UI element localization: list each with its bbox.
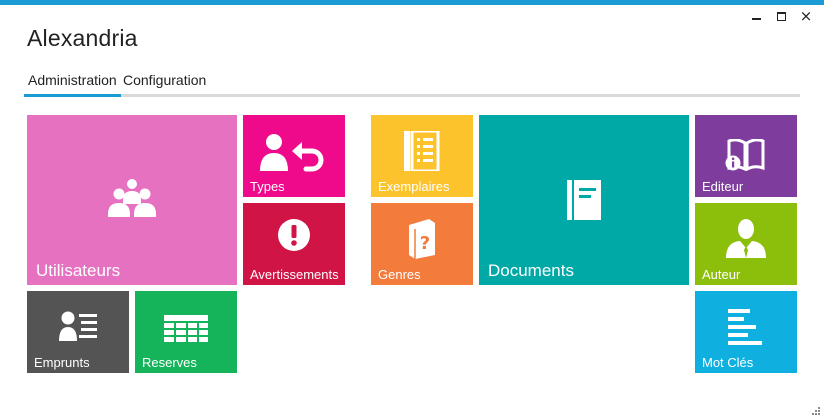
tile-genres[interactable]: ? Genres bbox=[371, 203, 473, 285]
tile-utilisateurs[interactable]: Utilisateurs bbox=[27, 115, 237, 285]
book-info-icon bbox=[725, 139, 765, 171]
tile-label: Genres bbox=[378, 267, 421, 282]
users-group-icon bbox=[108, 179, 156, 217]
tile-label: Auteur bbox=[702, 267, 741, 282]
tile-label: Reserves bbox=[142, 355, 197, 370]
tile-label: Exemplaires bbox=[378, 179, 450, 194]
tile-reserves[interactable]: Reserves bbox=[135, 291, 237, 373]
tile-auteur[interactable]: Auteur bbox=[695, 203, 797, 285]
tile-label: Emprunts bbox=[34, 355, 90, 370]
author-icon bbox=[726, 219, 766, 258]
tile-mot-cles[interactable]: Mot Clés bbox=[695, 291, 797, 373]
tile-label: Types bbox=[250, 179, 285, 194]
tab-selected-indicator bbox=[24, 94, 121, 97]
user-return-icon bbox=[260, 134, 324, 172]
list-document-icon bbox=[404, 131, 440, 171]
tab-bar: Administration Configuration bbox=[24, 70, 800, 97]
tab-divider bbox=[24, 94, 800, 97]
close-button[interactable]: × bbox=[797, 7, 815, 25]
close-icon: × bbox=[799, 6, 813, 25]
minimize-button[interactable] bbox=[747, 7, 765, 25]
tile-label: Avertissements bbox=[250, 267, 339, 282]
minimize-icon bbox=[751, 18, 761, 20]
tab-configuration[interactable]: Configuration bbox=[123, 72, 206, 88]
user-list-icon bbox=[59, 311, 97, 341]
tile-label: Mot Clés bbox=[702, 355, 754, 370]
tile-label: Utilisateurs bbox=[36, 261, 121, 280]
maximize-icon bbox=[776, 11, 786, 21]
tile-emprunts[interactable]: Emprunts bbox=[27, 291, 129, 373]
table-grid-icon bbox=[164, 315, 208, 342]
tile-label: Documents bbox=[488, 261, 574, 280]
resize-grip-icon[interactable] bbox=[810, 405, 820, 415]
exclamation-icon bbox=[278, 219, 310, 251]
text-lines-icon bbox=[728, 309, 762, 345]
question-book-icon: ? bbox=[409, 219, 435, 259]
svg-text:?: ? bbox=[420, 233, 430, 254]
window-accent-bar bbox=[0, 0, 824, 5]
app-title: Alexandria bbox=[27, 25, 138, 51]
tab-administration[interactable]: Administration bbox=[28, 72, 117, 88]
tile-label: Editeur bbox=[702, 179, 744, 194]
maximize-button[interactable] bbox=[772, 7, 790, 25]
tile-types[interactable]: Types bbox=[243, 115, 345, 197]
tile-exemplaires[interactable]: Exemplaires bbox=[371, 115, 473, 197]
tile-documents[interactable]: Documents bbox=[479, 115, 689, 285]
document-book-icon bbox=[567, 180, 601, 220]
tile-editeur[interactable]: Editeur bbox=[695, 115, 797, 197]
tile-avertissements[interactable]: Avertissements bbox=[243, 203, 345, 285]
